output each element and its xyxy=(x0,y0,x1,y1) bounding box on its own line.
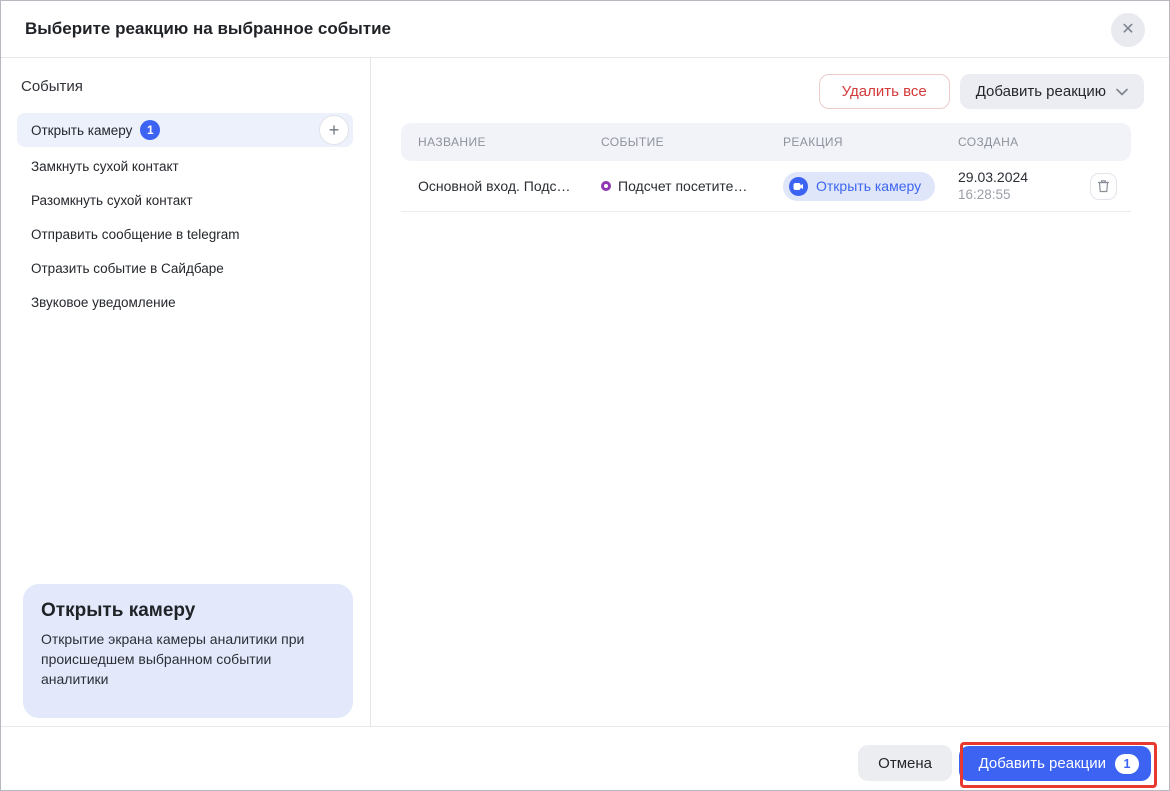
dialog-header: Выберите реакцию на выбранное событие ✕ xyxy=(1,1,1169,58)
submit-reactions-button[interactable]: Добавить реакции 1 xyxy=(959,746,1151,781)
close-button[interactable]: ✕ xyxy=(1111,13,1145,47)
plus-icon: + xyxy=(329,120,340,140)
dialog-footer: Отмена Добавить реакции 1 xyxy=(1,726,1169,790)
sidebar-item-label: Разомкнуть сухой контакт xyxy=(31,193,193,208)
add-event-reaction-button[interactable]: + xyxy=(319,115,349,145)
row-event: Подсчет посетите… xyxy=(584,178,766,194)
sidebar-item-label: Отразить событие в Сайдбаре xyxy=(31,261,224,276)
reaction-pill[interactable]: Открыть камеру xyxy=(783,172,935,201)
cancel-button[interactable]: Отмена xyxy=(858,745,952,781)
reaction-dialog: Выберите реакцию на выбранное событие ✕ … xyxy=(0,0,1170,791)
camera-icon xyxy=(789,177,808,196)
events-sidebar: События Открыть камеру 1 + Замкнуть сухо… xyxy=(1,58,371,728)
add-reaction-dropdown-button[interactable]: Добавить реакцию xyxy=(960,74,1144,109)
events-heading: События xyxy=(21,78,83,95)
events-list: Замкнуть сухой контакт Разомкнуть сухой … xyxy=(17,149,353,319)
delete-all-button[interactable]: Удалить все xyxy=(819,74,950,109)
submit-label: Добавить реакции xyxy=(979,755,1106,772)
selected-count-badge: 1 xyxy=(140,120,160,140)
reactions-table: НАЗВАНИЕ СОБЫТИЕ РЕАКЦИЯ СОЗДАНА Основно… xyxy=(401,123,1131,212)
sidebar-item-open-camera[interactable]: Открыть камеру 1 + xyxy=(17,113,353,147)
sidebar-item-sound-notification[interactable]: Звуковое уведомление xyxy=(17,285,353,319)
sidebar-item-open-dry-contact[interactable]: Разомкнуть сухой контакт xyxy=(17,183,353,217)
dialog-title: Выберите реакцию на выбранное событие xyxy=(25,19,391,39)
row-reaction: Открыть камеру xyxy=(766,172,941,201)
row-event-label: Подсчет посетите… xyxy=(618,178,747,194)
add-reaction-label: Добавить реакцию xyxy=(976,83,1106,100)
column-header-reaction: РЕАКЦИЯ xyxy=(766,135,941,149)
trash-icon xyxy=(1097,179,1110,193)
reaction-pill-label: Открыть камеру xyxy=(816,178,921,194)
reactions-toolbar: Удалить все Добавить реакцию xyxy=(819,74,1144,109)
column-header-created: СОЗДАНА xyxy=(941,135,1076,149)
reactions-panel: Удалить все Добавить реакцию НАЗВАНИЕ СО… xyxy=(371,58,1169,728)
event-type-icon xyxy=(601,181,611,191)
sidebar-item-label: Открыть камеру xyxy=(31,123,132,138)
sidebar-item-sidebar-event[interactable]: Отразить событие в Сайдбаре xyxy=(17,251,353,285)
created-time: 16:28:55 xyxy=(958,186,1076,204)
close-icon: ✕ xyxy=(1121,21,1134,38)
table-header-row: НАЗВАНИЕ СОБЫТИЕ РЕАКЦИЯ СОЗДАНА xyxy=(401,123,1131,161)
reaction-info-card: Открыть камеру Открытие экрана камеры ан… xyxy=(23,584,353,718)
created-date: 29.03.2024 xyxy=(958,168,1076,186)
sidebar-item-label: Замкнуть сухой контакт xyxy=(31,159,179,174)
sidebar-item-label: Звуковое уведомление xyxy=(31,295,176,310)
row-actions xyxy=(1076,173,1131,200)
info-card-description: Открытие экрана камеры аналитики при про… xyxy=(41,630,331,690)
column-header-event: СОБЫТИЕ xyxy=(584,135,766,149)
delete-row-button[interactable] xyxy=(1090,173,1117,200)
sidebar-item-telegram-message[interactable]: Отправить сообщение в telegram xyxy=(17,217,353,251)
submit-count-badge: 1 xyxy=(1115,754,1139,774)
row-created: 29.03.2024 16:28:55 xyxy=(941,168,1076,204)
sidebar-item-close-dry-contact[interactable]: Замкнуть сухой контакт xyxy=(17,149,353,183)
info-card-title: Открыть камеру xyxy=(41,600,335,622)
table-row: Основной вход. Подс… Подсчет посетите… О… xyxy=(401,161,1131,212)
sidebar-item-label: Отправить сообщение в telegram xyxy=(31,227,240,242)
column-header-name: НАЗВАНИЕ xyxy=(401,135,584,149)
chevron-down-icon xyxy=(1116,88,1128,96)
row-name: Основной вход. Подс… xyxy=(401,178,584,194)
